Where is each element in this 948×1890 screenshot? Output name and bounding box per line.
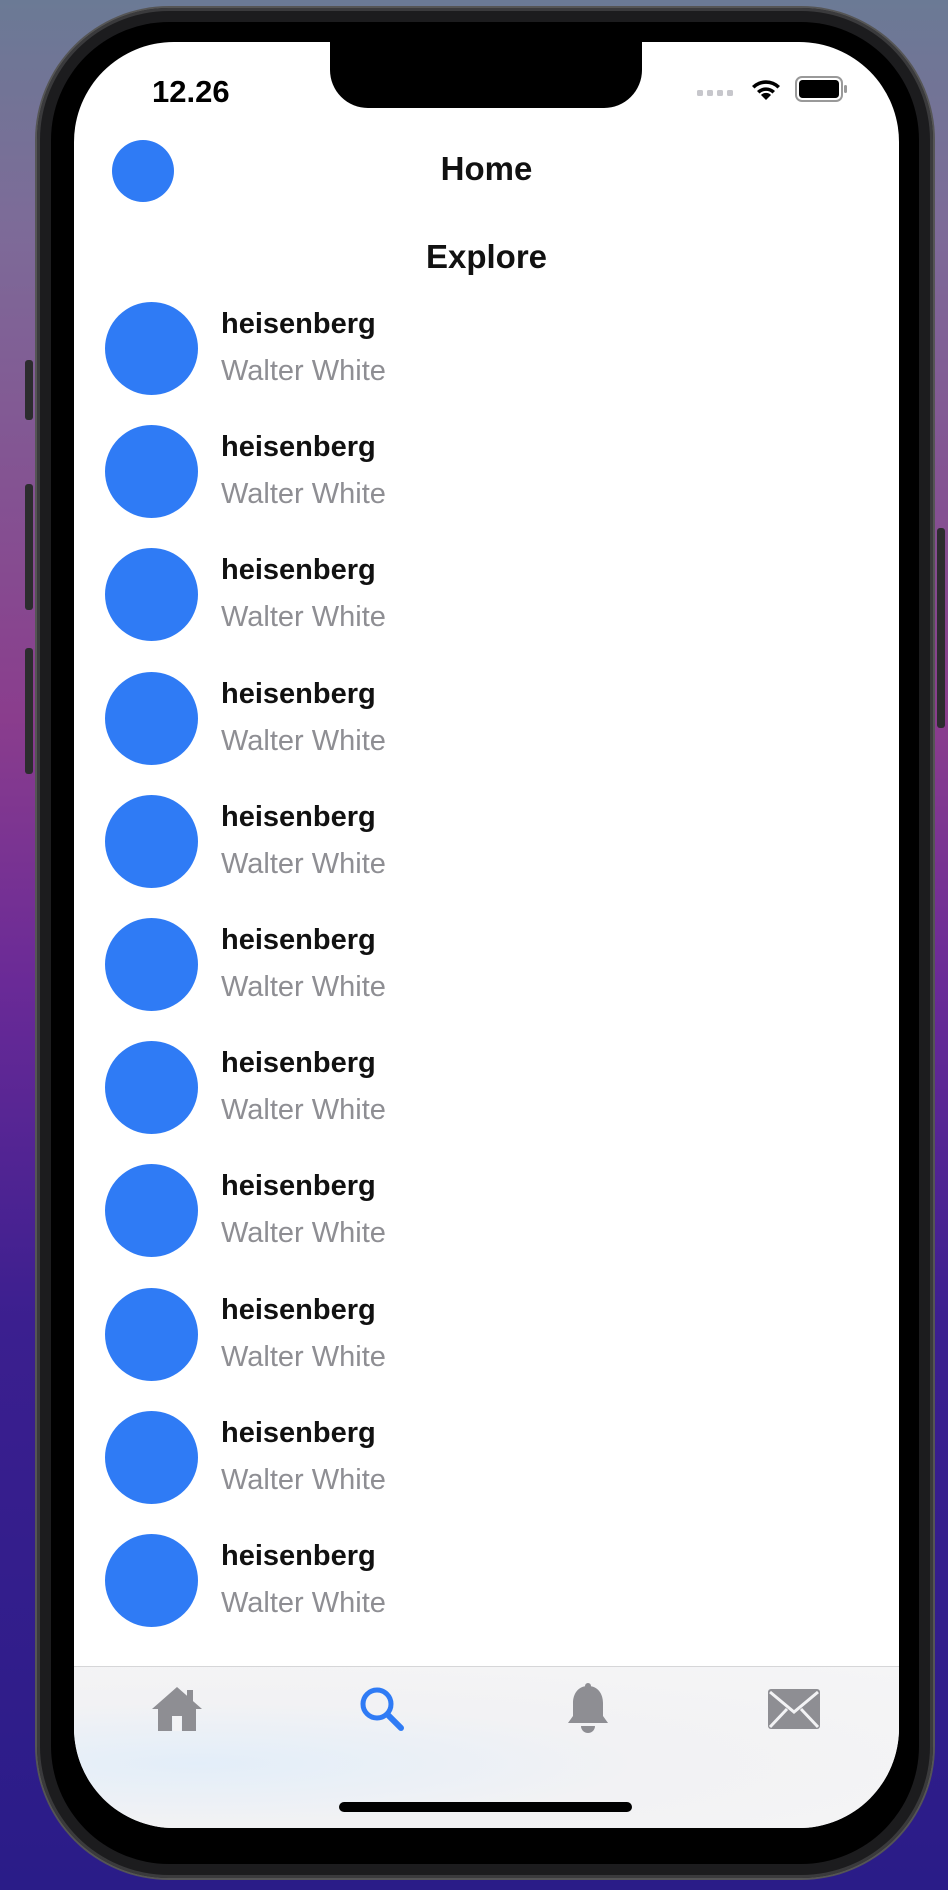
user-handle: heisenberg bbox=[221, 308, 376, 340]
user-avatar bbox=[105, 1533, 198, 1627]
user-row[interactable]: heisenberg Walter White bbox=[74, 425, 899, 548]
user-full-name: Walter White bbox=[221, 724, 386, 757]
wifi-icon bbox=[749, 76, 783, 107]
user-full-name: Walter White bbox=[221, 1586, 386, 1619]
user-row[interactable]: heisenberg Walter White bbox=[74, 1410, 899, 1534]
tab-notifications[interactable] bbox=[548, 1679, 628, 1743]
user-list: heisenberg Walter White heisenberg Walte… bbox=[74, 302, 899, 1657]
user-avatar bbox=[105, 425, 198, 519]
user-handle: heisenberg bbox=[221, 554, 376, 587]
app-header: Home bbox=[74, 140, 899, 202]
cellular-signal-icon bbox=[697, 82, 737, 101]
tab-search[interactable] bbox=[342, 1679, 422, 1743]
user-avatar bbox=[105, 1164, 198, 1258]
user-row[interactable]: heisenberg Walter White bbox=[74, 302, 899, 425]
search-icon bbox=[358, 1685, 406, 1738]
user-row[interactable]: heisenberg Walter White bbox=[74, 794, 899, 918]
side-button-volume-up bbox=[25, 484, 33, 610]
tab-home[interactable] bbox=[137, 1679, 217, 1743]
tab-messages[interactable] bbox=[754, 1679, 834, 1743]
user-handle: heisenberg bbox=[221, 1539, 376, 1572]
bell-icon bbox=[565, 1682, 611, 1740]
tab-bar bbox=[74, 1666, 899, 1828]
home-icon bbox=[149, 1684, 205, 1739]
user-handle: heisenberg bbox=[221, 800, 376, 833]
user-row[interactable]: heisenberg Walter White bbox=[74, 1041, 899, 1164]
user-row[interactable]: heisenberg Walter White bbox=[74, 548, 899, 671]
section-title: Explore bbox=[425, 238, 548, 275]
user-avatar bbox=[105, 794, 198, 888]
user-full-name: Walter White bbox=[221, 1463, 386, 1496]
user-avatar bbox=[105, 1287, 198, 1381]
notch bbox=[330, 42, 642, 108]
user-avatar bbox=[105, 917, 198, 1011]
app-screen: 12.26 Home Explore heisenberg Walter Whi… bbox=[74, 42, 899, 1828]
user-full-name: Walter White bbox=[221, 355, 386, 387]
user-row[interactable]: heisenberg Walter White bbox=[74, 917, 899, 1041]
page-title: Home bbox=[440, 150, 533, 187]
user-avatar bbox=[105, 1410, 198, 1504]
user-avatar bbox=[105, 302, 198, 395]
user-handle: heisenberg bbox=[221, 1293, 376, 1326]
user-avatar bbox=[105, 548, 198, 642]
user-handle: heisenberg bbox=[221, 1170, 376, 1203]
user-full-name: Walter White bbox=[221, 970, 386, 1003]
side-button-volume-down bbox=[25, 648, 33, 774]
user-handle: heisenberg bbox=[221, 677, 376, 710]
user-row[interactable]: heisenberg Walter White bbox=[74, 1533, 899, 1657]
user-handle: heisenberg bbox=[221, 1416, 376, 1449]
home-indicator bbox=[339, 1802, 632, 1812]
envelope-icon bbox=[767, 1688, 821, 1735]
user-handle: heisenberg bbox=[221, 923, 376, 956]
user-row[interactable]: heisenberg Walter White bbox=[74, 671, 899, 795]
user-full-name: Walter White bbox=[221, 1340, 386, 1373]
user-avatar bbox=[105, 671, 198, 765]
user-handle: heisenberg bbox=[221, 431, 376, 464]
user-full-name: Walter White bbox=[221, 1217, 386, 1250]
side-button-power bbox=[937, 528, 945, 728]
user-full-name: Walter White bbox=[221, 847, 386, 880]
status-icons bbox=[697, 75, 849, 107]
side-button-silent bbox=[25, 360, 33, 420]
user-handle: heisenberg bbox=[221, 1047, 376, 1080]
user-full-name: Walter White bbox=[221, 478, 386, 511]
status-time: 12.26 bbox=[152, 74, 230, 109]
battery-icon bbox=[795, 75, 849, 107]
user-row[interactable]: heisenberg Walter White bbox=[74, 1287, 899, 1411]
user-row[interactable]: heisenberg Walter White bbox=[74, 1164, 899, 1287]
user-full-name: Walter White bbox=[221, 601, 386, 634]
user-full-name: Walter White bbox=[221, 1094, 386, 1127]
user-avatar bbox=[105, 1041, 198, 1135]
